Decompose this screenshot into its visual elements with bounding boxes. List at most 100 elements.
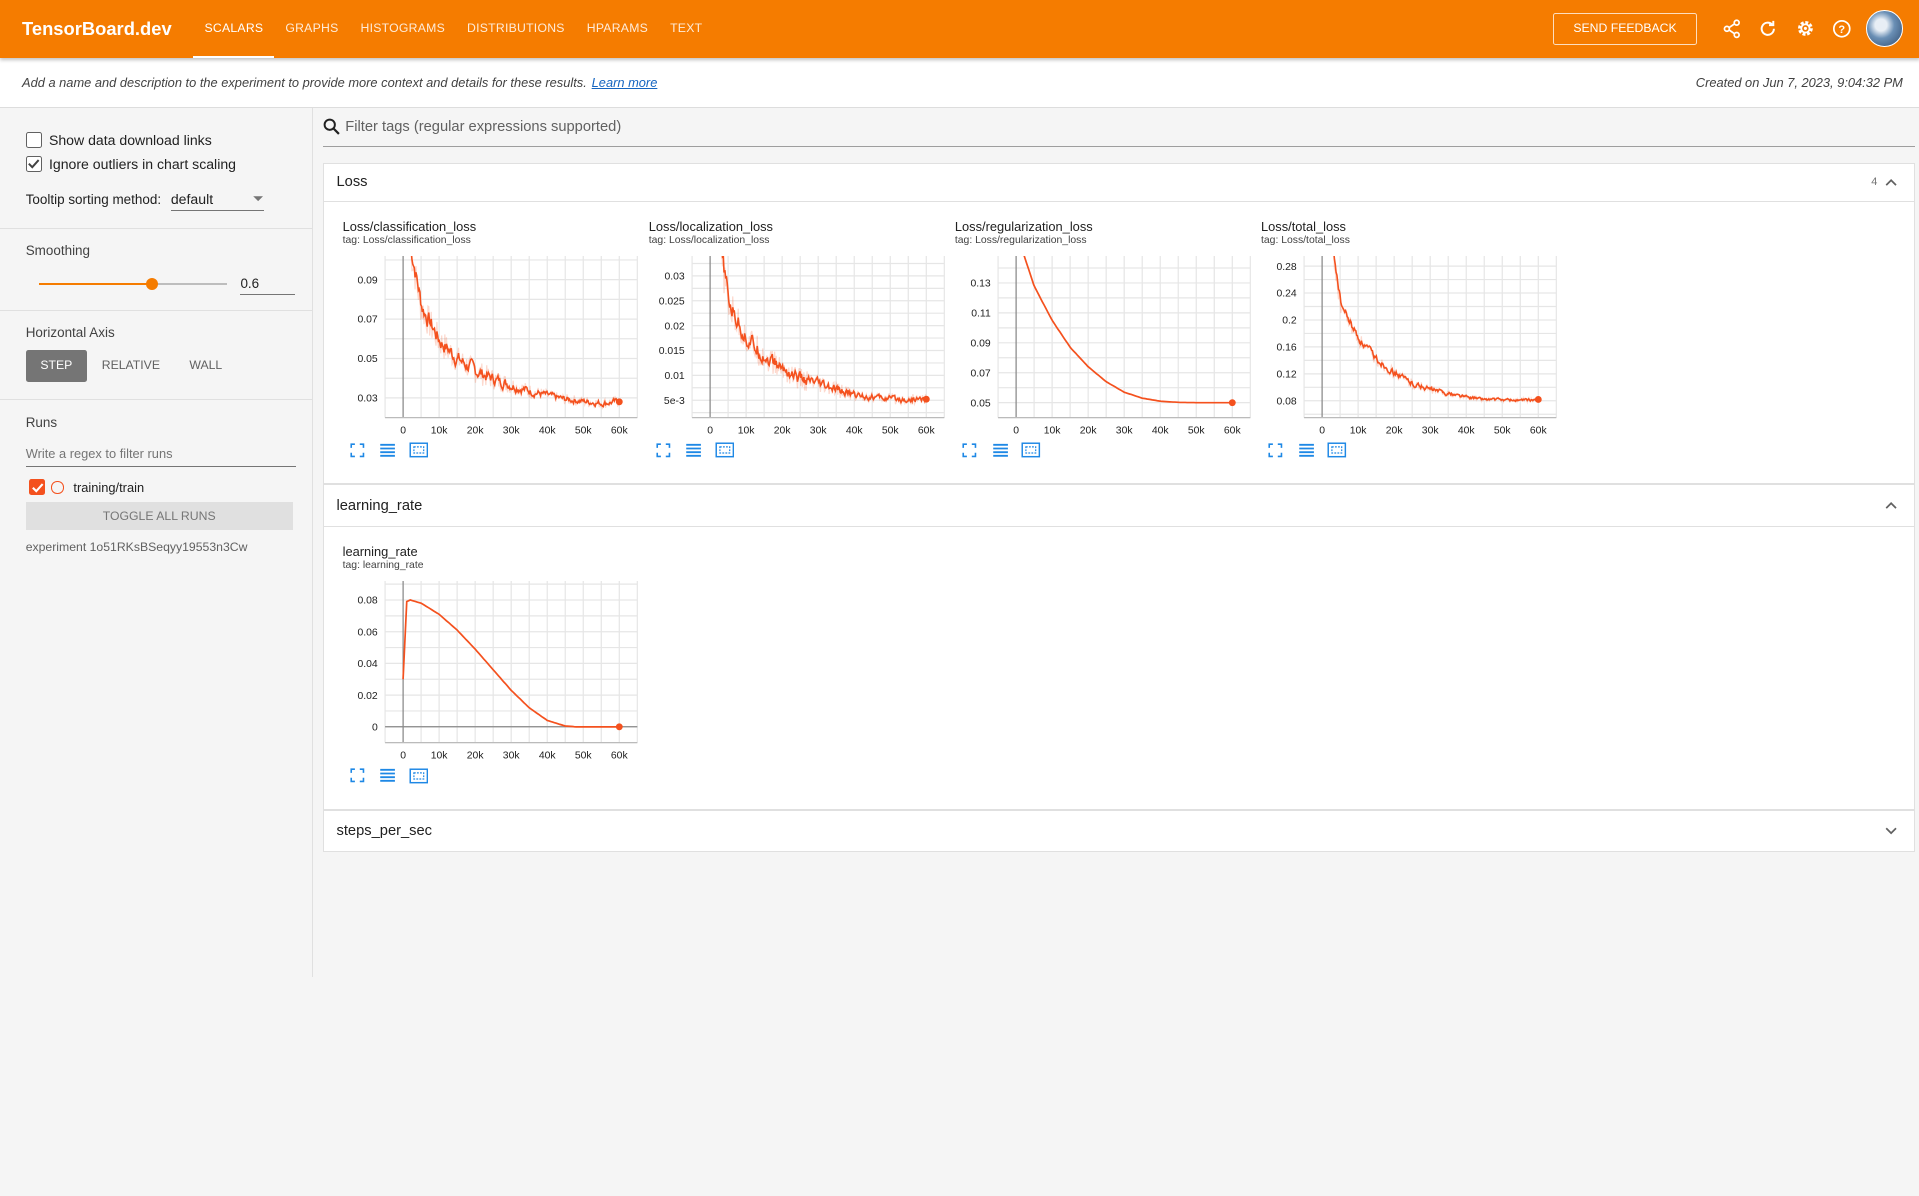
toggle-all-runs-button[interactable]: TOGGLE ALL RUNS <box>25 502 293 531</box>
show-download-links-checkbox[interactable]: Show data download links <box>25 127 296 151</box>
y-tick-label: 0.04 <box>358 659 378 670</box>
tab-scalars[interactable]: SCALARS <box>193 0 275 58</box>
x-tick-label: 50k <box>575 425 593 436</box>
x-tick-label: 10k <box>431 750 449 761</box>
smoothing-slider[interactable] <box>39 277 227 292</box>
nav-tabs: SCALARS GRAPHS HISTOGRAMS DISTRIBUTIONS … <box>193 0 713 58</box>
fit-domain-icon[interactable] <box>1327 442 1347 459</box>
chart-tag: tag: learning_rate <box>342 560 424 572</box>
fullscreen-icon[interactable] <box>348 442 368 459</box>
x-tick-label: 0 <box>1319 425 1325 436</box>
ignore-outliers-checkbox[interactable]: Ignore outliers in chart scaling <box>25 152 296 176</box>
x-tick-label: 40k <box>539 425 557 436</box>
settings-icon[interactable] <box>1793 17 1817 41</box>
tag-group-learning-rate: learning_rate learning_rate tag: learnin… <box>323 484 1916 810</box>
learn-more-link[interactable]: Learn more <box>592 75 658 90</box>
fullscreen-icon[interactable] <box>654 442 674 459</box>
dropdown-arrow-icon <box>252 196 263 202</box>
fullscreen-icon[interactable] <box>960 442 980 459</box>
y-tick-label: 0.02 <box>664 321 684 332</box>
run-name: training/train <box>73 479 145 495</box>
checkbox-checked[interactable] <box>25 156 42 172</box>
chart-actions <box>1266 442 1347 459</box>
tag-group-header[interactable]: steps_per_sec <box>324 811 1914 851</box>
y-tick-label: 0.13 <box>970 278 990 289</box>
fit-domain-icon[interactable] <box>409 767 429 784</box>
slider-thumb[interactable] <box>146 277 159 291</box>
axis-step-button[interactable]: STEP <box>25 350 88 383</box>
run-color-icon[interactable] <box>51 481 64 494</box>
fit-domain-icon[interactable] <box>1021 442 1041 459</box>
tab-histograms[interactable]: HISTOGRAMS <box>350 0 457 58</box>
chart-plot[interactable]: 0.05 0.07 0.09 0.11 0.13 0 10k 20k 30k 40k 50k 60k <box>954 255 1253 440</box>
y-tick-label: 0.16 <box>1276 342 1296 353</box>
display-options: Show data download links Ignore outliers… <box>0 108 313 229</box>
data-table-icon[interactable] <box>990 442 1010 459</box>
x-tick-label: 60k <box>917 425 935 436</box>
fit-domain-icon[interactable] <box>715 442 735 459</box>
tooltip-sorting-select[interactable]: default <box>170 189 264 211</box>
chevron-up-icon[interactable] <box>1882 497 1899 514</box>
chart-plot[interactable]: 0.08 0.12 0.16 0.2 0.24 0.28 0 10k 20k 30k 40k 50k 6… <box>1260 255 1559 440</box>
run-item: training/train <box>26 478 296 498</box>
tag-filter[interactable]: Filter tags (regular expressions support… <box>323 108 1916 147</box>
x-tick-label: 60k <box>611 750 629 761</box>
chart-plot[interactable]: 0.03 0.05 0.07 0.09 0 10k 20k 30k 40k 50k 60k <box>341 255 640 440</box>
tab-text[interactable]: TEXT <box>659 0 713 58</box>
refresh-icon[interactable] <box>1756 17 1780 41</box>
fullscreen-icon[interactable] <box>348 767 368 784</box>
ignore-outliers-label: Ignore outliers in chart scaling <box>48 156 236 173</box>
chevron-down-icon[interactable] <box>1882 822 1899 839</box>
chart-card: Loss/regularization_loss tag: Loss/regul… <box>954 219 1260 479</box>
fit-domain-icon[interactable] <box>409 442 429 459</box>
chart-plot[interactable]: 5e-3 0.01 0.015 0.02 0.025 0.03 0 10k 20k 30k 40k 5… <box>648 255 947 440</box>
tab-graphs[interactable]: GRAPHS <box>274 0 349 58</box>
data-table-icon[interactable] <box>378 767 398 784</box>
tab-hparams[interactable]: HPARAMS <box>576 0 659 58</box>
x-tick-label: 0 <box>707 425 713 436</box>
smoothing-input[interactable]: 0.6 <box>240 273 296 296</box>
x-tick-label: 40k <box>1458 425 1476 436</box>
learning-rate-charts: learning_rate tag: learning_rate 0 0.02 0.… <box>324 527 1914 809</box>
x-tick-label: 60k <box>1530 425 1548 436</box>
chevron-up-icon[interactable] <box>1882 174 1899 191</box>
chart-tag: tag: Loss/regularization_loss <box>954 235 1087 247</box>
share-icon[interactable] <box>1719 17 1743 41</box>
x-tick-label: 20k <box>1079 425 1097 436</box>
chart-actions <box>654 442 735 459</box>
tag-group-steps-per-sec: steps_per_sec <box>323 809 1916 853</box>
slider-fill <box>39 282 153 286</box>
x-tick-label: 30k <box>809 425 827 436</box>
tag-group-header[interactable]: Loss 4 <box>324 164 1915 202</box>
send-feedback-button[interactable]: SEND FEEDBACK <box>1552 12 1698 45</box>
axis-wall-button[interactable]: WALL <box>175 350 237 382</box>
chart-title: Loss/classification_loss <box>342 218 477 234</box>
last-point-marker <box>1228 398 1236 406</box>
chart-plot[interactable]: 0 0.02 0.04 0.06 0.08 0 10k 20k 30k 40k 50k 60k <box>341 580 640 765</box>
horizontal-axis-toggle: STEP RELATIVE WALL <box>25 350 296 383</box>
data-table-icon[interactable] <box>684 442 704 459</box>
x-tick-label: 50k <box>881 425 899 436</box>
x-tick-label: 0 <box>401 750 407 761</box>
chart-actions <box>960 442 1041 459</box>
x-tick-label: 0 <box>401 425 407 436</box>
chart-card: Loss/total_loss tag: Loss/total_loss 0.0… <box>1260 219 1566 479</box>
y-tick-label: 0.03 <box>358 393 378 404</box>
runs-filter-input[interactable]: Write a regex to filter runs <box>25 442 297 467</box>
x-tick-label: 20k <box>467 750 485 761</box>
horizontal-axis-title: Horizontal Axis <box>25 325 115 341</box>
x-tick-label: 10k <box>1043 425 1061 436</box>
help-icon[interactable]: ? <box>1829 17 1853 41</box>
y-tick-label: 0.28 <box>1276 261 1296 272</box>
tab-distributions[interactable]: DISTRIBUTIONS <box>456 0 576 58</box>
data-table-icon[interactable] <box>378 442 398 459</box>
run-checkbox[interactable] <box>29 479 46 496</box>
data-table-icon[interactable] <box>1296 442 1316 459</box>
fullscreen-icon[interactable] <box>1266 442 1286 459</box>
tag-group-title: learning_rate <box>336 497 423 514</box>
avatar[interactable] <box>1866 10 1903 48</box>
checkbox-box[interactable] <box>25 131 42 148</box>
chart-title: Loss/regularization_loss <box>954 218 1093 234</box>
axis-relative-button[interactable]: RELATIVE <box>87 350 175 382</box>
tag-group-header[interactable]: learning_rate <box>324 485 1915 528</box>
